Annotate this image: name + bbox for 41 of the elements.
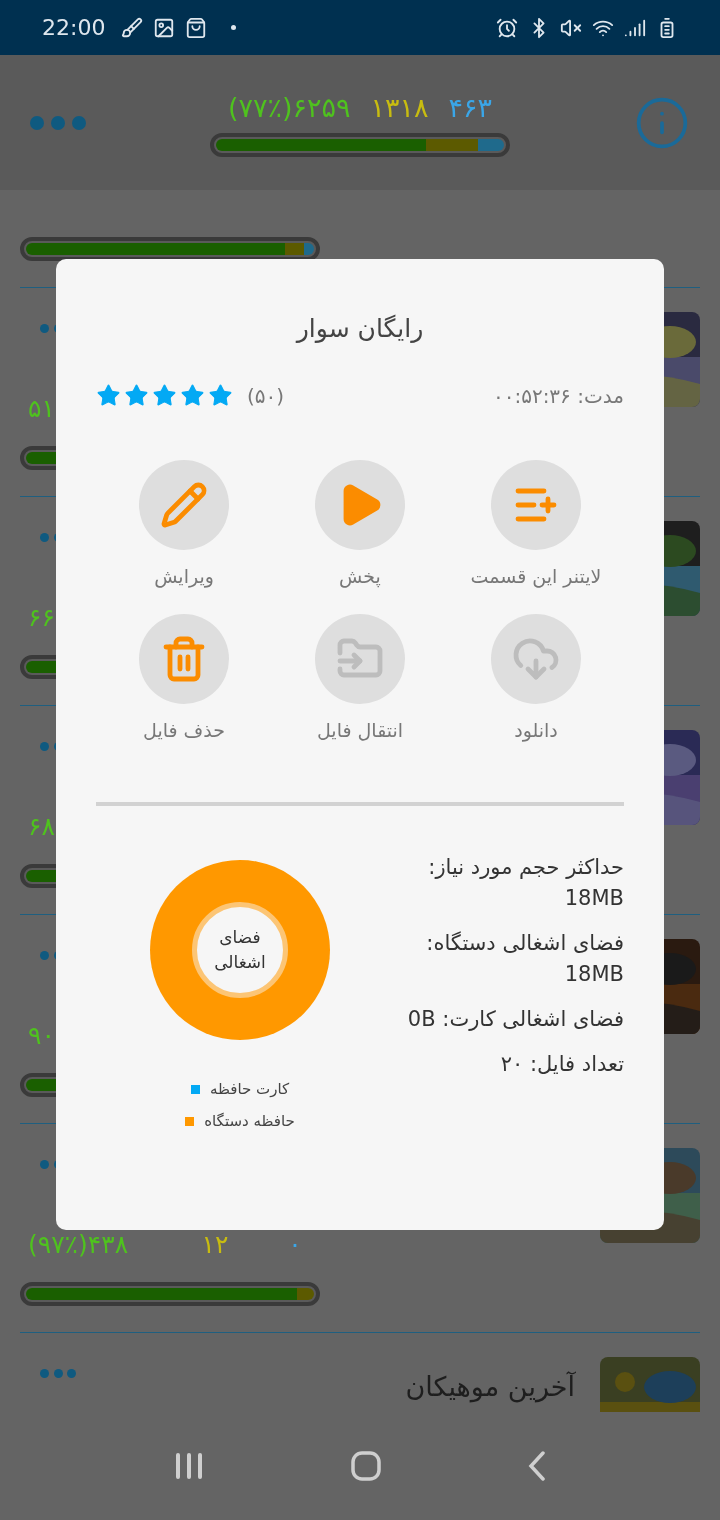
count-text: ۰ bbox=[288, 1230, 302, 1261]
legend-label: کارت حافظه bbox=[209, 1080, 290, 1098]
count-text: ۶۶ bbox=[28, 603, 55, 634]
action-label: لایتنر این قسمت bbox=[470, 564, 602, 590]
star-icon bbox=[152, 383, 177, 408]
star-icon bbox=[208, 383, 233, 408]
rating-count: (۵۰) bbox=[247, 383, 285, 408]
more-icon[interactable] bbox=[40, 1369, 76, 1378]
action-label: دانلود bbox=[514, 718, 558, 744]
detail-text: تعداد فایل: ۲۰ bbox=[499, 1051, 624, 1078]
count-text: ۱۲ bbox=[201, 1230, 229, 1261]
broom-icon bbox=[121, 16, 144, 39]
action-label: ویرایش bbox=[154, 564, 214, 590]
action-label: پخش bbox=[339, 564, 381, 590]
image-icon bbox=[153, 16, 176, 39]
action-label: انتقال فایل bbox=[316, 718, 404, 743]
duration-text: مدت: ۰۰:۵۲:۳۶ bbox=[492, 383, 624, 408]
count-text: ۴۶۳ bbox=[448, 92, 493, 125]
back-icon[interactable] bbox=[528, 1451, 547, 1481]
alarm-icon bbox=[496, 16, 518, 39]
recents-icon[interactable] bbox=[173, 1452, 204, 1480]
more-icon[interactable] bbox=[30, 115, 86, 130]
count-text: ۴۳۸(۹۷٪) bbox=[28, 1230, 129, 1261]
count-text: ۶۲۵۹(۷۷٪) bbox=[227, 92, 351, 125]
count-text: ۱۳۱۸ bbox=[370, 92, 429, 125]
home-icon[interactable] bbox=[351, 1451, 381, 1481]
bag-icon bbox=[185, 16, 208, 39]
clock-time: 22:00 bbox=[42, 15, 106, 40]
count-text: ۹۰ bbox=[28, 1021, 55, 1052]
chart-center-label: فضای اشغالی bbox=[213, 925, 267, 974]
dot-icon bbox=[231, 25, 237, 30]
legend-label: حافظه دستگاه bbox=[204, 1112, 295, 1130]
star-icon bbox=[124, 383, 149, 408]
count-text: ۵۱ bbox=[28, 394, 55, 425]
dialog-title: رایگان سوار bbox=[296, 313, 424, 345]
episode-title: آخرین موهیکان bbox=[405, 1371, 575, 1402]
star-icon bbox=[96, 383, 121, 408]
count-text: ۶۸ bbox=[28, 812, 55, 843]
action-label: حذف فایل bbox=[143, 718, 225, 743]
star-icon bbox=[180, 383, 205, 408]
pencil-icon bbox=[160, 481, 208, 529]
